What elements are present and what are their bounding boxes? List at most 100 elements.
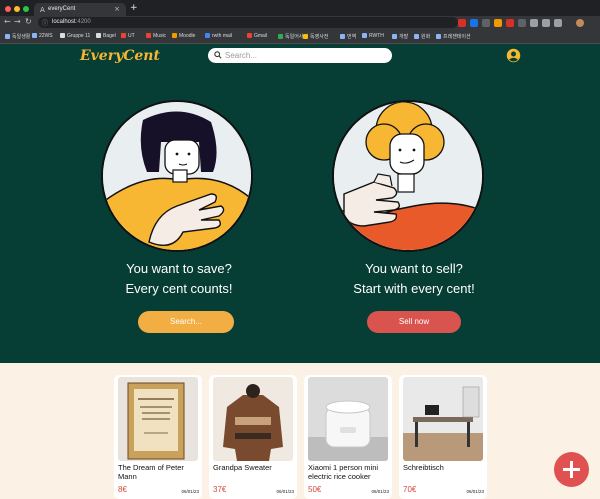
bookmark-label: 22WS <box>39 33 53 39</box>
bookmark-label: Gmail <box>254 33 268 39</box>
bookmark-item[interactable]: Music <box>146 33 166 39</box>
saver-drawing <box>103 102 251 250</box>
search-input[interactable]: Search... <box>208 48 392 63</box>
listing-date: 06/01/23 <box>371 489 389 494</box>
extension-icon[interactable] <box>482 19 490 27</box>
listing-price: 70€ <box>403 485 417 494</box>
listing-image[interactable] <box>213 377 293 461</box>
listing-date: 06/01/23 <box>276 489 294 494</box>
save-line1: You want to save? <box>126 261 232 276</box>
seller-illustration <box>332 100 484 252</box>
profile-avatar[interactable] <box>576 19 584 27</box>
bookmark-item[interactable]: Gruppe 11 <box>60 33 90 39</box>
extension-icon[interactable] <box>458 19 466 27</box>
extension-icon[interactable] <box>470 19 478 27</box>
bookmark-item[interactable]: 독영사전 <box>303 33 328 40</box>
maximize-window-icon[interactable] <box>23 6 29 12</box>
bookmark-label: 프레젠테이션 <box>443 34 471 40</box>
seller-drawing <box>334 102 482 250</box>
bookmark-label: 번역 <box>347 34 357 40</box>
app-logo[interactable]: EveryCent <box>80 48 160 64</box>
save-heading: You want to save? Every cent counts! <box>101 259 257 299</box>
bookmark-icon <box>362 33 367 38</box>
listing-image[interactable] <box>118 377 198 461</box>
listing-price: 50€ <box>308 485 322 494</box>
bookmark-label: RWTH <box>369 33 384 39</box>
bookmark-icon <box>436 34 441 39</box>
bookmark-icon <box>146 33 151 38</box>
bookmark-icon <box>340 34 345 39</box>
bookmark-item[interactable]: 번역 <box>340 33 356 40</box>
bookmark-label: Moodle <box>179 33 196 39</box>
close-tab-icon[interactable]: × <box>114 5 120 13</box>
tab-title: everyCent <box>48 6 76 12</box>
bookmark-item[interactable]: 개발 <box>392 33 408 40</box>
extension-icon[interactable] <box>494 19 502 27</box>
listing-title[interactable]: The Dream of Peter Mann <box>118 463 202 481</box>
bookmark-item[interactable]: rwth mail <box>205 33 232 39</box>
sell-heading: You want to sell? Start with every cent! <box>332 259 496 299</box>
bookmark-icon <box>60 33 65 38</box>
search-cta-button[interactable]: Search... <box>138 311 234 333</box>
bookmark-item[interactable]: 프레젠테이션 <box>436 33 471 40</box>
bookmarks-bar: 독일생활 22WS Gruppe 11 Bagel UT Music Moodle rwth … <box>0 30 600 44</box>
bookmark-item[interactable]: 독일생활 <box>5 33 30 40</box>
tab-everycent[interactable]: A everyCent × <box>34 3 126 16</box>
listing-card[interactable]: The Dream of Peter Mann 8€ 06/01/23 <box>114 375 202 499</box>
bookmark-label: 독영사전 <box>310 34 329 40</box>
bookmark-item[interactable]: 22WS <box>32 33 53 39</box>
bookmark-label: 원화 <box>421 34 431 40</box>
listing-title[interactable]: Xiaomi 1 person mini electric rice cooke… <box>308 463 392 481</box>
bookmark-item[interactable]: Bagel <box>96 33 116 39</box>
address-bar[interactable]: ⓘ localhost:4200 <box>38 17 458 28</box>
sidebar-icon[interactable] <box>554 19 562 27</box>
back-icon[interactable]: ← <box>4 17 11 26</box>
bookmark-item[interactable]: Moodle <box>172 33 195 39</box>
listing-image[interactable] <box>403 377 483 461</box>
bookmark-label: Music <box>153 33 167 39</box>
favicon-icon: A <box>40 6 45 14</box>
tab-bar: A everyCent × + <box>0 0 600 16</box>
forward-icon[interactable]: → <box>14 17 21 26</box>
bookmark-item[interactable]: 원화 <box>414 33 430 40</box>
bookmark-icon <box>303 34 308 39</box>
reload-icon[interactable]: ↻ <box>25 17 32 26</box>
bookmark-icon <box>5 34 10 39</box>
minimize-window-icon[interactable] <box>14 6 20 12</box>
listing-card[interactable]: Grandpa Sweater 37€ 06/01/23 <box>209 375 297 499</box>
account-icon[interactable] <box>506 48 521 63</box>
listing-date: 06/01/23 <box>466 489 484 494</box>
listing-title[interactable]: Grandpa Sweater <box>213 463 297 472</box>
bookmark-item[interactable]: Gmail <box>247 33 267 39</box>
url-text: localhost:4200 <box>52 19 91 25</box>
info-icon: ⓘ <box>42 20 49 27</box>
hero-section: EveryCent Search... You want to save? Ev… <box>0 44 600 363</box>
saver-illustration <box>101 100 253 252</box>
search-placeholder: Search... <box>225 51 258 60</box>
bookmark-icon <box>392 34 397 39</box>
bookmark-label: 독일생활 <box>12 34 31 40</box>
bookmark-item[interactable]: UT <box>121 33 135 39</box>
close-window-icon[interactable] <box>5 6 11 12</box>
listing-card[interactable]: Schreibtisch 70€ 06/01/23 <box>399 375 487 499</box>
cast-icon[interactable] <box>542 19 550 27</box>
add-listing-button[interactable] <box>554 452 589 487</box>
listing-card[interactable]: Xiaomi 1 person mini electric rice cooke… <box>304 375 392 499</box>
puzzle-icon[interactable] <box>530 19 538 27</box>
bookmark-icon <box>121 33 126 38</box>
plus-icon <box>563 461 580 478</box>
bookmark-label: 개발 <box>399 34 409 40</box>
new-tab-button[interactable]: + <box>130 3 138 13</box>
bookmark-label: Bagel <box>103 33 116 39</box>
save-line2: Every cent counts! <box>125 281 233 296</box>
search-icon <box>214 51 222 59</box>
extension-icon[interactable] <box>506 19 514 27</box>
sell-line2: Start with every cent! <box>353 281 475 296</box>
sell-now-button[interactable]: Sell now <box>367 311 461 333</box>
extension-icon[interactable] <box>518 19 526 27</box>
bookmark-item[interactable]: RWTH <box>362 33 384 39</box>
browser-chrome: A everyCent × + ← → ↻ ⓘ localhost:4200 독… <box>0 0 600 44</box>
listing-image[interactable] <box>308 377 388 461</box>
bookmark-icon <box>96 33 101 38</box>
listing-title[interactable]: Schreibtisch <box>403 463 487 472</box>
